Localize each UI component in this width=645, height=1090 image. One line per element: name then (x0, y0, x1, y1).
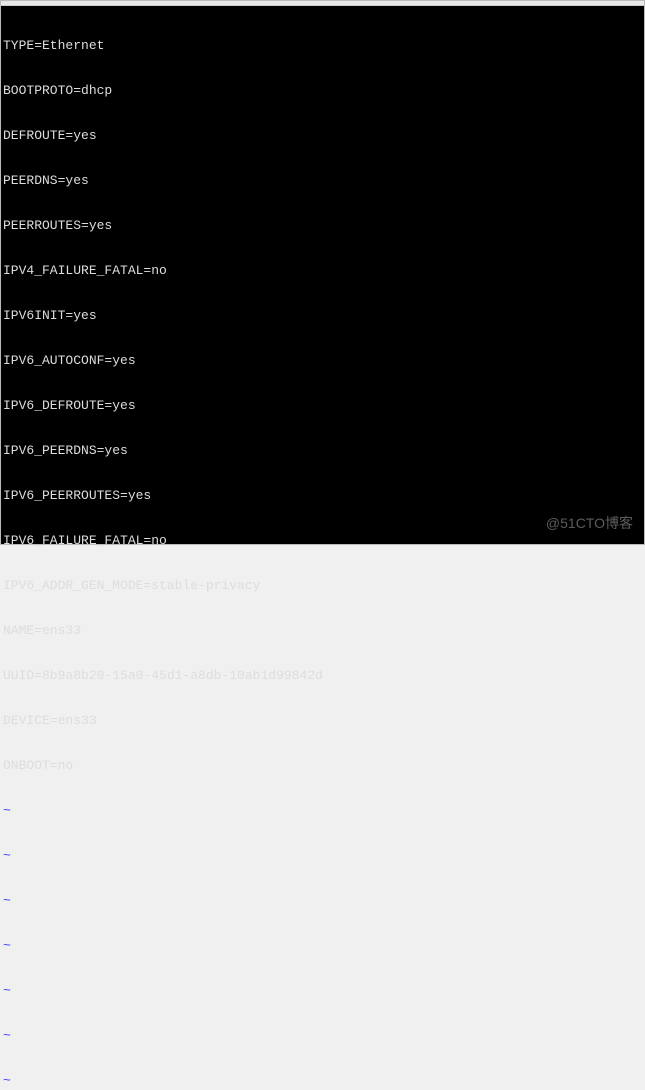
empty-line-tilde: ~ (3, 983, 642, 998)
config-line: PEERROUTES=yes (3, 218, 642, 233)
empty-line-tilde: ~ (3, 803, 642, 818)
config-line: IPV6_AUTOCONF=yes (3, 353, 642, 368)
config-line: NAME=ens33 (3, 623, 642, 638)
config-line: IPV6_PEERROUTES=yes (3, 488, 642, 503)
config-line: UUID=8b9a8b20-15a0-45d1-a8db-10ab1d99842… (3, 668, 642, 683)
empty-line-tilde: ~ (3, 1073, 642, 1088)
config-line: TYPE=Ethernet (3, 38, 642, 53)
config-line: DEFROUTE=yes (3, 128, 642, 143)
empty-line-tilde: ~ (3, 1028, 642, 1043)
config-line: ONBOOT=no (3, 758, 642, 773)
config-line: IPV6_ADDR_GEN_MODE=stable-privacy (3, 578, 642, 593)
empty-line-tilde: ~ (3, 938, 642, 953)
config-line: IPV4_FAILURE_FATAL=no (3, 263, 642, 278)
empty-line-tilde: ~ (3, 893, 642, 908)
config-line: IPV6_PEERDNS=yes (3, 443, 642, 458)
config-line: DEVICE=ens33 (3, 713, 642, 728)
config-line: BOOTPROTO=dhcp (3, 83, 642, 98)
watermark: @51CTO博客 (546, 513, 633, 533)
window-frame: TYPE=Ethernet BOOTPROTO=dhcp DEFROUTE=ye… (0, 0, 645, 545)
empty-line-tilde: ~ (3, 848, 642, 863)
config-line: PEERDNS=yes (3, 173, 642, 188)
config-line: IPV6_FAILURE_FATAL=no (3, 533, 642, 548)
config-line: IPV6INIT=yes (3, 308, 642, 323)
config-line: IPV6_DEFROUTE=yes (3, 398, 642, 413)
terminal-editor[interactable]: TYPE=Ethernet BOOTPROTO=dhcp DEFROUTE=ye… (1, 6, 644, 544)
